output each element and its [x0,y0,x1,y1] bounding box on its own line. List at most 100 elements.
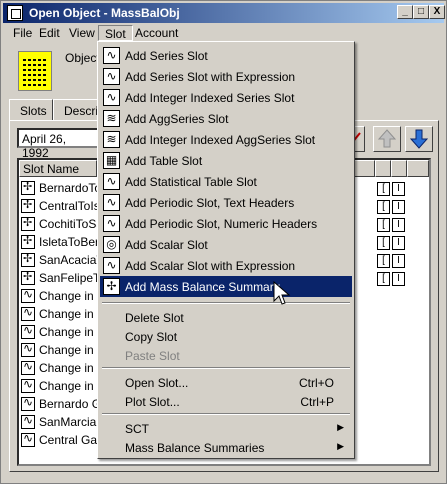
object-type-icon [18,51,52,91]
menu-item-add-periodic-slot-text[interactable]: ∿ Add Periodic Slot, Text Headers [100,192,352,213]
menu-item-add-integer-indexed-series-slot[interactable]: ∿ Add Integer Indexed Series Slot [100,87,352,108]
mass-balance-icon: ✢ [103,278,120,295]
menu-item-add-scalar-slot[interactable]: ◎ Add Scalar Slot [100,234,352,255]
column-header-slot-name[interactable]: Slot Name [19,160,97,177]
menu-item-add-periodic-slot-numeric[interactable]: ∿ Add Periodic Slot, Numeric Headers [100,213,352,234]
menu-item-add-statistical-table-slot[interactable]: ∿ Add Statistical Table Slot [100,171,352,192]
scalar-expression-icon: ∿ [103,257,120,274]
menu-separator [102,367,350,369]
table-row[interactable]: BernardoToS [21,180,101,198]
menu-view[interactable]: View [63,25,101,41]
window-app-icon [7,5,23,21]
menu-item-copy-slot[interactable]: Copy Slot [100,326,352,347]
open-object-window: Open Object - MassBalObj _ □ X File Edit… [0,0,447,484]
menu-item-add-series-slot[interactable]: ∿ Add Series Slot [100,45,352,66]
mass-balance-icon [21,234,35,249]
tab-slots[interactable]: Slots [9,99,53,121]
series-icon [21,396,35,411]
flag-i-icon[interactable]: I [392,236,405,250]
flag-bracket-icon[interactable]: [ [377,182,390,196]
menu-item-open-slot[interactable]: Open Slot... Ctrl+O [100,372,352,393]
flag-bracket-icon[interactable]: [ [377,272,390,286]
title-bar[interactable]: Open Object - MassBalObj _ □ X [3,3,445,23]
move-up-button[interactable] [373,126,401,152]
mass-balance-icon [21,198,35,213]
table-row[interactable]: Change in St [21,288,101,306]
menu-separator [102,302,350,304]
series-icon: ∿ [103,47,120,64]
table-row[interactable]: Change in St [21,342,101,360]
series-expression-icon: ∿ [103,68,120,85]
table-row[interactable]: Change in St [21,378,101,396]
menu-edit[interactable]: Edit [33,25,66,41]
series-icon [21,414,35,429]
menu-item-add-mass-balance-summary[interactable]: ✢ Add Mass Balance Summary [100,276,352,297]
date-field[interactable]: April 26, 1992 [17,128,101,160]
table-icon: ▦ [103,152,120,169]
menu-item-add-table-slot[interactable]: ▦ Add Table Slot [100,150,352,171]
table-row[interactable]: Change in St [21,306,101,324]
table-row[interactable]: SanAcaciaTo [21,252,101,270]
menu-account[interactable]: Account [129,25,184,41]
menu-item-sct[interactable]: SCT ▶ [100,418,352,439]
menu-item-add-series-slot-expression[interactable]: ∿ Add Series Slot with Expression [100,66,352,87]
scalar-icon: ◎ [103,236,120,253]
statistical-table-icon: ∿ [103,173,120,190]
mass-balance-icon [21,216,35,231]
mass-balance-icon [21,180,35,195]
table-row[interactable]: CochitiToSan [21,216,101,234]
table-row[interactable]: SanFelipeTo [21,270,101,288]
flag-i-icon[interactable]: I [392,272,405,286]
menu-separator [102,413,350,415]
table-row[interactable]: Central Gage [21,432,101,450]
periodic-numeric-icon: ∿ [103,215,120,232]
series-icon [21,360,35,375]
maximize-button[interactable]: □ [413,5,429,19]
slot-menu-dropdown: ∿ Add Series Slot ∿ Add Series Slot with E… [97,41,355,459]
flag-i-icon[interactable]: I [392,218,405,232]
menu-item-plot-slot[interactable]: Plot Slot... Ctrl+P [100,391,352,412]
arrow-down-icon [409,129,429,149]
periodic-text-icon: ∿ [103,194,120,211]
close-button[interactable]: X [429,5,445,19]
menu-item-add-integer-indexed-aggseries-slot[interactable]: ≋ Add Integer Indexed AggSeries Slot [100,129,352,150]
table-row[interactable]: Change in St [21,360,101,378]
menu-item-paste-slot[interactable]: Paste Slot [100,345,352,366]
submenu-arrow-icon: ▶ [337,422,344,432]
tab-description[interactable]: Descrip [53,99,105,121]
flag-i-icon[interactable]: I [392,200,405,214]
submenu-arrow-icon: ▶ [337,441,344,451]
column-header-flag-3[interactable] [407,160,429,177]
menu-item-mass-balance-summaries[interactable]: Mass Balance Summaries ▶ [100,437,352,458]
table-row[interactable]: CentralToIsle [21,198,101,216]
menu-item-add-scalar-slot-expression[interactable]: ∿ Add Scalar Slot with Expression [100,255,352,276]
series-icon [21,288,35,303]
arrow-up-icon [377,129,397,148]
mass-balance-icon [21,270,35,285]
table-row[interactable]: SanMarcialFl [21,414,101,432]
mass-balance-icon [21,252,35,267]
column-header-flag-2[interactable] [391,160,407,177]
table-row[interactable]: Change in St [21,324,101,342]
series-icon [21,306,35,321]
flag-bracket-icon[interactable]: [ [377,254,390,268]
menu-bar: File Edit View Slot Account [3,24,444,42]
object-label: Object [65,51,100,65]
menu-item-delete-slot[interactable]: Delete Slot [100,307,352,328]
minimize-button[interactable]: _ [397,5,413,19]
menu-item-add-aggseries-slot[interactable]: ≋ Add AggSeries Slot [100,108,352,129]
integer-agg-series-icon: ≋ [103,131,120,148]
flag-bracket-icon[interactable]: [ [377,218,390,232]
table-row[interactable]: IsletaToBern [21,234,101,252]
series-icon [21,432,35,447]
flag-bracket-icon[interactable]: [ [377,236,390,250]
menu-slot[interactable]: Slot [98,25,133,41]
column-header-flag-1[interactable] [375,160,391,177]
integer-series-icon: ∿ [103,89,120,106]
flag-i-icon[interactable]: I [392,254,405,268]
series-icon [21,378,35,393]
move-down-button[interactable] [405,126,433,152]
flag-i-icon[interactable]: I [392,182,405,196]
flag-bracket-icon[interactable]: [ [377,200,390,214]
table-row[interactable]: Bernardo Ga [21,396,101,414]
